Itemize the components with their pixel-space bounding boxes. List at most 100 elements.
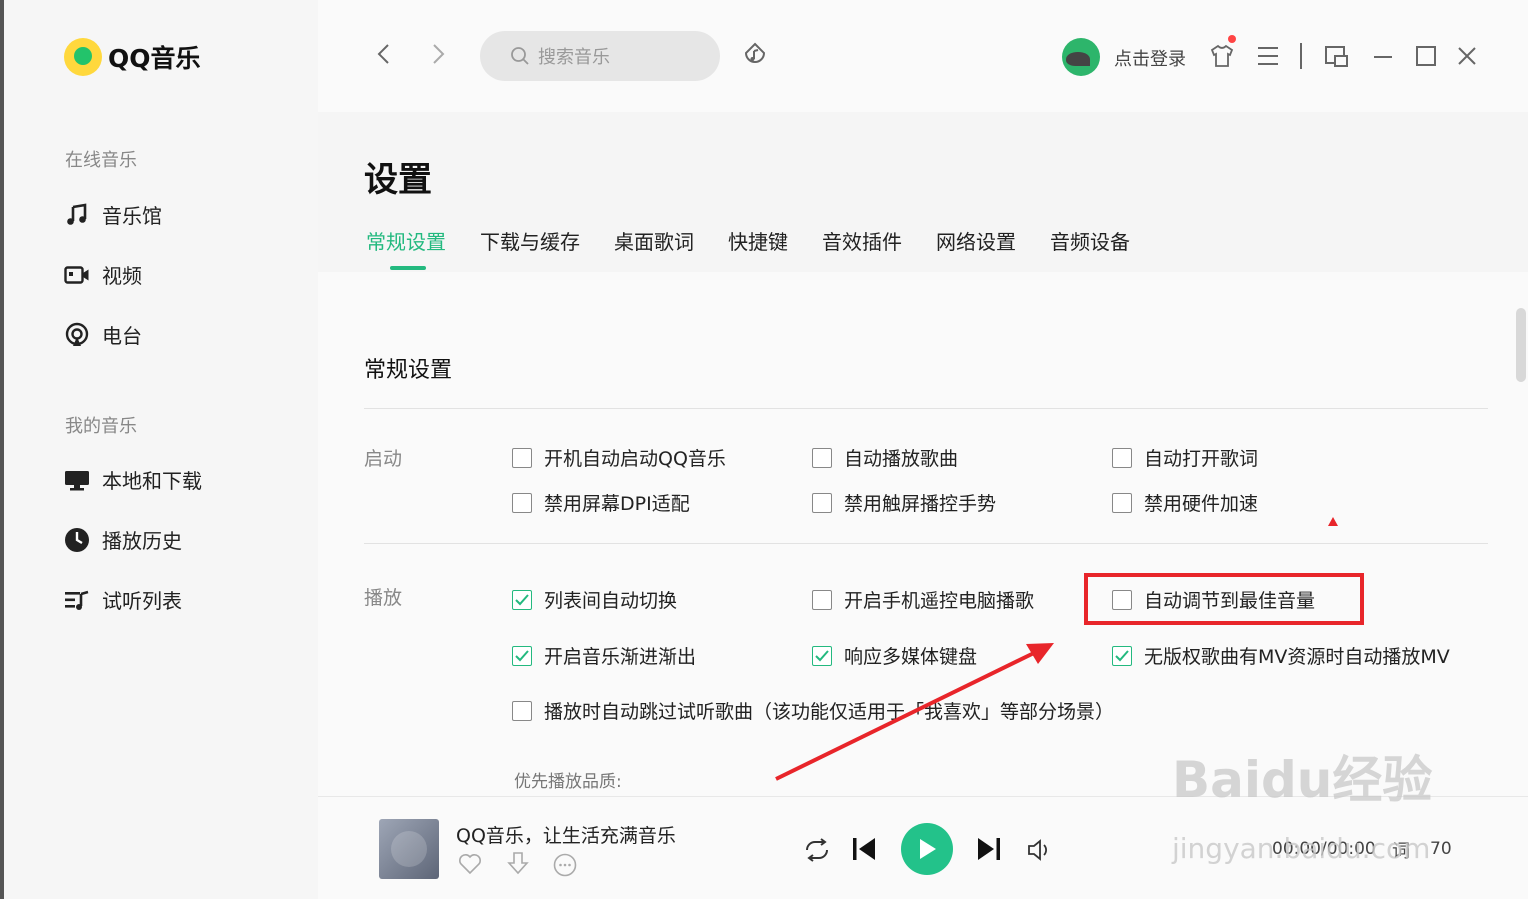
option-disable-dpi[interactable]: 禁用屏幕DPI适配 (512, 489, 690, 516)
minimize-button[interactable] (1372, 45, 1394, 67)
option-skip-trial[interactable]: 播放时自动跳过试听歌曲（该功能仅适用于「我喜欢」等部分场景） (512, 697, 1114, 724)
song-title[interactable]: QQ音乐，让生活充满音乐 (456, 821, 676, 848)
option-disable-hw-accel[interactable]: 禁用硬件加速 (1112, 489, 1258, 516)
option-auto-switch-list[interactable]: 列表间自动切换 (512, 586, 677, 613)
option-label: 禁用硬件加速 (1144, 493, 1259, 515)
qq-music-logo-icon (64, 38, 102, 76)
login-link[interactable]: 点击登录 (1114, 45, 1186, 71)
option-label: 开机自动启动QQ音乐 (544, 448, 726, 470)
tab-shortcuts[interactable]: 快捷键 (728, 226, 788, 255)
tab-download-cache[interactable]: 下载与缓存 (480, 226, 580, 255)
sidebar-item-radio[interactable]: 电台 (64, 320, 142, 349)
lyrics-button[interactable]: 词 (1392, 837, 1410, 863)
sidebar-item-label: 音乐馆 (102, 204, 162, 228)
checkmark-icon (515, 593, 529, 605)
checkbox[interactable] (1112, 447, 1132, 468)
next-button[interactable] (976, 836, 1002, 862)
play-mode-button[interactable] (803, 838, 831, 862)
more-button[interactable] (553, 853, 577, 877)
option-label: 自动打开歌词 (1144, 448, 1259, 470)
checkbox-checked[interactable] (1112, 645, 1132, 666)
mini-player-icon (1325, 46, 1348, 67)
tab-audio-plugins[interactable]: 音效插件 (822, 226, 902, 255)
album-cover[interactable] (379, 819, 439, 879)
download-button[interactable] (506, 851, 530, 877)
maximize-button[interactable] (1415, 45, 1437, 67)
tab-audio-device[interactable]: 音频设备 (1050, 226, 1130, 255)
sidebar-item-label: 视频 (102, 264, 142, 288)
checkbox-checked[interactable] (512, 645, 532, 666)
playlist-icon (64, 587, 90, 613)
option-label: 禁用屏幕DPI适配 (544, 493, 690, 515)
my-music-title: 我的音乐 (65, 416, 137, 437)
top-bar: 搜索音乐 点击登录 (318, 0, 1528, 112)
option-label: 开启手机遥控电脑播歌 (844, 590, 1035, 612)
mini-mode-button[interactable] (1324, 45, 1350, 69)
option-label: 自动播放歌曲 (844, 448, 959, 470)
checkbox-checked[interactable] (812, 645, 832, 666)
sidebar-item-label: 播放历史 (102, 529, 182, 553)
tab-general[interactable]: 常规设置 (366, 226, 446, 255)
sidebar-item-trial-list[interactable]: 试听列表 (64, 585, 182, 614)
sidebar-item-play-history[interactable]: 播放历史 (64, 525, 182, 554)
like-button[interactable] (458, 853, 482, 875)
music-recognition-button[interactable] (742, 42, 768, 68)
divider (364, 543, 1488, 544)
sidebar-item-video[interactable]: 视频 (64, 260, 142, 289)
checkbox[interactable] (812, 447, 832, 468)
option-media-keyboard[interactable]: 响应多媒体键盘 (812, 642, 977, 669)
option-label: 列表间自动切换 (544, 590, 678, 612)
volume-button[interactable] (1026, 838, 1052, 862)
checkbox[interactable] (512, 492, 532, 513)
option-disable-touch[interactable]: 禁用触屏播控手势 (812, 489, 996, 516)
avatar[interactable] (1062, 38, 1100, 76)
tab-desktop-lyrics[interactable]: 桌面歌词 (614, 226, 694, 255)
option-label: 禁用触屏播控手势 (844, 493, 997, 515)
quality-label: 优先播放品质: (514, 772, 622, 792)
sidebar-item-music-hall[interactable]: 音乐馆 (64, 200, 162, 229)
annotation-marker (1328, 517, 1338, 526)
close-button[interactable] (1456, 45, 1478, 67)
play-button[interactable] (901, 823, 953, 875)
option-fade-in-out[interactable]: 开启音乐渐进渐出 (512, 642, 696, 669)
sidebar-item-local-download[interactable]: 本地和下载 (64, 465, 202, 494)
option-auto-play-mv[interactable]: 无版权歌曲有MV资源时自动播放MV (1112, 642, 1450, 669)
forward-button[interactable] (432, 40, 446, 73)
radio-icon (64, 322, 90, 348)
checkbox[interactable] (512, 447, 532, 468)
shirt-icon (1210, 44, 1234, 67)
scrollbar[interactable] (1516, 308, 1526, 382)
checkbox[interactable] (812, 589, 832, 610)
checkbox[interactable] (1112, 492, 1132, 513)
sidebar: QQ音乐 在线音乐 音乐馆 视频 电台 我的音乐 本地和下载 播放历史 试听列表 (0, 0, 318, 899)
more-icon (553, 853, 577, 877)
option-autostart[interactable]: 开机自动启动QQ音乐 (512, 444, 726, 471)
minimize-icon (1374, 56, 1392, 58)
checkbox[interactable] (512, 700, 532, 721)
playback-time: 00:00/00:00 (1272, 839, 1376, 859)
main-menu-button[interactable] (1256, 45, 1280, 67)
chevron-left-icon (377, 44, 389, 64)
back-button[interactable] (376, 40, 390, 73)
skip-next-icon (978, 838, 1000, 860)
playlist-count[interactable]: 70 (1430, 839, 1452, 859)
previous-button[interactable] (851, 836, 877, 862)
skin-button[interactable] (1210, 44, 1234, 68)
option-autoplay[interactable]: 自动播放歌曲 (812, 444, 958, 471)
search-input[interactable]: 搜索音乐 (480, 31, 720, 81)
option-label: 开启音乐渐进渐出 (544, 646, 697, 668)
album-disc (391, 831, 427, 867)
clock-icon (64, 527, 90, 553)
tab-network[interactable]: 网络设置 (936, 226, 1016, 255)
volume-icon (1028, 839, 1047, 861)
settings-tabs: 常规设置 下载与缓存 桌面歌词 快捷键 音效插件 网络设置 音频设备 (366, 226, 1164, 255)
checkbox-checked[interactable] (512, 589, 532, 610)
option-label: 无版权歌曲有MV资源时自动播放MV (1144, 646, 1450, 668)
app-logo[interactable]: QQ音乐 (64, 38, 201, 76)
chevron-right-icon (433, 44, 445, 64)
checkbox[interactable] (812, 492, 832, 513)
checkmark-icon (515, 649, 529, 661)
option-auto-lyrics[interactable]: 自动打开歌词 (1112, 444, 1258, 471)
option-phone-remote[interactable]: 开启手机遥控电脑播歌 (812, 586, 1034, 613)
option-label: 播放时自动跳过试听歌曲（该功能仅适用于「我喜欢」等部分场景） (544, 701, 1115, 723)
